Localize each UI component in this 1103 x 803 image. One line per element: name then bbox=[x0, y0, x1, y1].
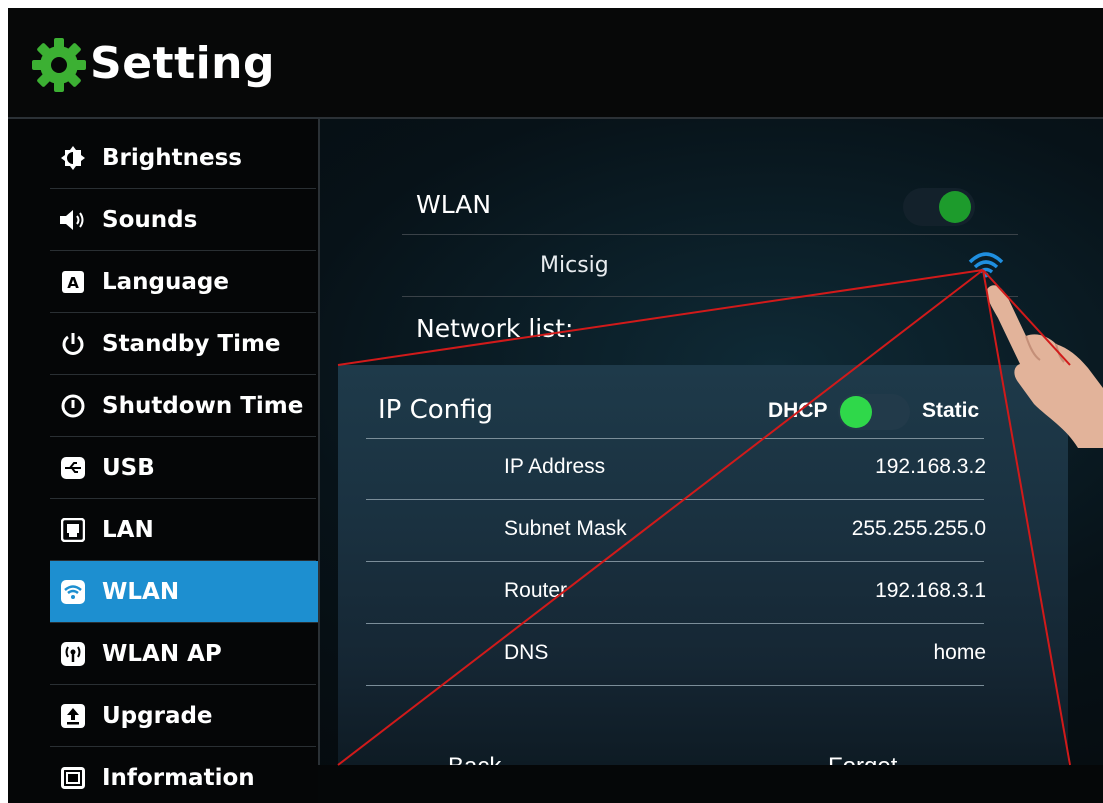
sidebar-item-label: Brightness bbox=[102, 144, 242, 171]
toggle-knob bbox=[840, 396, 872, 428]
ip-address-value[interactable]: 192.168.3.2 bbox=[875, 455, 986, 479]
router-value[interactable]: 192.168.3.1 bbox=[875, 579, 986, 603]
settings-sidebar: Brightness Sounds A Language Standby Tim… bbox=[8, 119, 320, 803]
sidebar-item-information[interactable]: Information bbox=[50, 747, 316, 803]
sidebar-item-label: LAN bbox=[102, 516, 154, 543]
network-list-label: Network list: bbox=[416, 314, 574, 343]
sidebar-item-usb[interactable]: USB bbox=[50, 437, 316, 499]
wifi-signal-icon[interactable] bbox=[966, 248, 1006, 278]
lan-icon bbox=[60, 517, 86, 543]
speaker-icon bbox=[60, 207, 86, 233]
divider bbox=[402, 296, 1018, 297]
sidebar-item-label: Shutdown Time bbox=[102, 392, 304, 419]
divider bbox=[402, 234, 1018, 235]
gear-icon bbox=[32, 38, 86, 92]
svg-text:A: A bbox=[67, 274, 79, 292]
header-bar: Setting bbox=[8, 8, 1103, 119]
divider bbox=[366, 438, 984, 439]
sidebar-item-label: Language bbox=[102, 268, 229, 295]
hotspot-icon bbox=[60, 641, 86, 667]
information-icon bbox=[60, 765, 86, 791]
sidebar-item-shutdown-time[interactable]: Shutdown Time bbox=[50, 375, 316, 437]
divider bbox=[366, 499, 984, 500]
sidebar-item-label: Standby Time bbox=[102, 330, 281, 357]
language-icon: A bbox=[60, 269, 86, 295]
dns-label: DNS bbox=[504, 641, 549, 664]
static-label: Static bbox=[922, 399, 980, 422]
wlan-label: WLAN bbox=[416, 190, 492, 219]
sidebar-item-standby-time[interactable]: Standby Time bbox=[50, 313, 316, 375]
sidebar-item-wlan[interactable]: WLAN bbox=[50, 561, 318, 623]
ip-config-panel: IP Config DHCP Static IP Address 192.168… bbox=[338, 365, 1068, 773]
dns-value[interactable]: home bbox=[933, 641, 986, 665]
page-title: Setting bbox=[90, 38, 275, 89]
sidebar-item-brightness[interactable]: Brightness bbox=[50, 127, 316, 189]
sidebar-item-label: Upgrade bbox=[102, 702, 213, 729]
divider bbox=[366, 561, 984, 562]
sidebar-item-wlan-ap[interactable]: WLAN AP bbox=[50, 623, 316, 685]
power-icon bbox=[60, 331, 86, 357]
sidebar-item-lan[interactable]: LAN bbox=[50, 499, 316, 561]
toggle-knob bbox=[939, 191, 971, 223]
wlan-toggle[interactable] bbox=[903, 188, 975, 226]
sidebar-item-language[interactable]: A Language bbox=[50, 251, 316, 313]
divider bbox=[366, 623, 984, 624]
bottom-strip bbox=[318, 765, 1103, 803]
wifi-icon bbox=[60, 579, 86, 605]
sidebar-item-label: WLAN AP bbox=[102, 640, 222, 667]
network-list-item[interactable]: Micsig bbox=[540, 253, 609, 278]
sidebar-item-upgrade[interactable]: Upgrade bbox=[50, 685, 316, 747]
upgrade-icon bbox=[60, 703, 86, 729]
subnet-mask-label: Subnet Mask bbox=[504, 517, 627, 540]
sidebar-item-label: Information bbox=[102, 764, 255, 791]
hand-pointer-icon bbox=[986, 285, 1103, 448]
dhcp-label: DHCP bbox=[768, 399, 828, 422]
ip-address-label: IP Address bbox=[504, 455, 606, 478]
sidebar-item-sounds[interactable]: Sounds bbox=[50, 189, 316, 251]
brightness-icon bbox=[60, 145, 86, 171]
sidebar-item-label: USB bbox=[102, 454, 155, 481]
sidebar-item-label: Sounds bbox=[102, 206, 198, 233]
router-label: Router bbox=[504, 579, 568, 602]
subnet-mask-value[interactable]: 255.255.255.0 bbox=[852, 517, 986, 541]
shutdown-icon bbox=[60, 393, 86, 419]
divider bbox=[366, 685, 984, 686]
usb-icon bbox=[60, 455, 86, 481]
dhcp-static-toggle[interactable] bbox=[838, 394, 910, 430]
device-screen: Setting Brightness Sounds A Language Sta bbox=[8, 8, 1103, 803]
ip-config-title: IP Config bbox=[378, 395, 494, 425]
sidebar-item-label: WLAN bbox=[102, 578, 180, 605]
